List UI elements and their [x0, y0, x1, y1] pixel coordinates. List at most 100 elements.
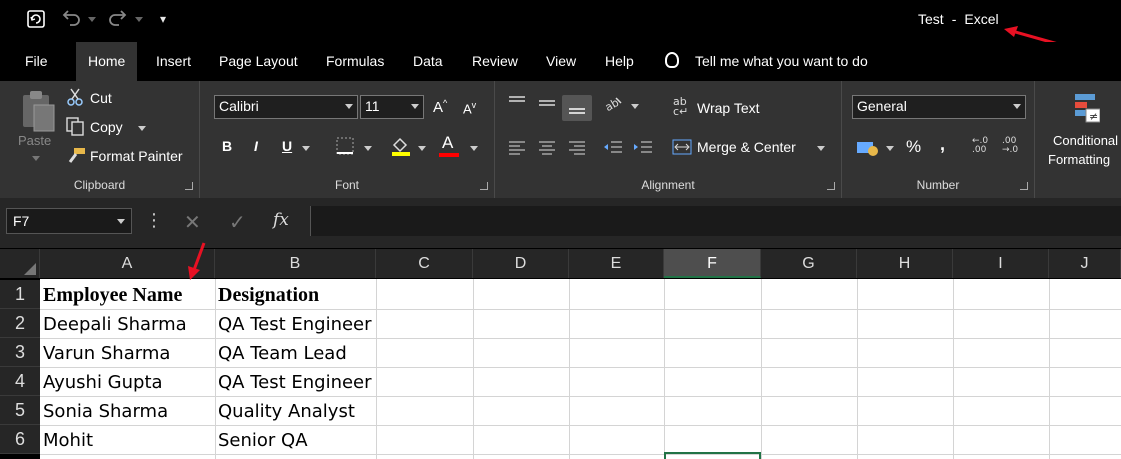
- align-center-icon[interactable]: [538, 139, 556, 159]
- more-options-icon[interactable]: ⋮: [145, 210, 163, 231]
- conditional-formatting-line1[interactable]: Conditional: [1053, 133, 1118, 148]
- cell-b5[interactable]: Quality Analyst: [215, 397, 376, 426]
- alignment-launcher-icon[interactable]: [827, 182, 835, 190]
- tab-help[interactable]: Help: [593, 42, 646, 81]
- cell-b3[interactable]: QA Team Lead: [215, 339, 376, 368]
- name-box[interactable]: F7: [6, 208, 132, 234]
- increase-indent-icon[interactable]: [633, 139, 653, 159]
- column-header-c[interactable]: C: [376, 249, 473, 278]
- cell-a5[interactable]: Sonia Sharma: [40, 397, 215, 426]
- fill-color-dropdown-icon[interactable]: [418, 146, 426, 151]
- tab-home[interactable]: Home: [76, 42, 138, 81]
- format-painter-button[interactable]: Format Painter: [90, 148, 183, 164]
- cancel-icon[interactable]: ✕: [184, 210, 201, 234]
- font-launcher-icon[interactable]: [480, 182, 488, 190]
- column-header-d[interactable]: D: [473, 249, 569, 278]
- underline-dropdown-icon[interactable]: [302, 146, 310, 151]
- select-all-corner[interactable]: [0, 249, 40, 278]
- borders-icon[interactable]: [336, 137, 354, 159]
- italic-button[interactable]: I: [254, 138, 258, 154]
- accounting-format-icon[interactable]: [856, 137, 878, 161]
- orientation-icon[interactable]: ab: [603, 95, 623, 117]
- cut-icon[interactable]: [66, 87, 84, 111]
- orientation-dropdown-icon[interactable]: [631, 104, 639, 109]
- merge-center-dropdown-icon[interactable]: [817, 146, 825, 151]
- merge-center-button[interactable]: Merge & Center: [697, 139, 796, 155]
- decrease-decimal-icon[interactable]: .00 →.0: [1002, 137, 1018, 155]
- column-header-g[interactable]: G: [761, 249, 857, 278]
- merge-center-icon[interactable]: [672, 139, 692, 159]
- bottom-align-icon[interactable]: [568, 99, 586, 119]
- undo-dropdown-icon[interactable]: [88, 17, 96, 22]
- decrease-indent-icon[interactable]: [603, 139, 623, 159]
- tab-file[interactable]: File: [13, 42, 60, 81]
- tab-insert[interactable]: Insert: [144, 42, 203, 81]
- column-header-h[interactable]: H: [857, 249, 953, 278]
- insert-function-icon[interactable]: fx: [273, 210, 289, 230]
- increase-font-size-button[interactable]: A^: [433, 98, 447, 116]
- enter-icon[interactable]: ✓: [229, 210, 246, 234]
- row-header-5[interactable]: 5: [0, 396, 40, 425]
- column-header-b[interactable]: B: [215, 249, 376, 278]
- percent-style-button[interactable]: %: [906, 137, 921, 157]
- clipboard-launcher-icon[interactable]: [185, 182, 193, 190]
- tab-data[interactable]: Data: [401, 42, 455, 81]
- format-painter-icon[interactable]: [66, 147, 86, 169]
- cut-button[interactable]: Cut: [90, 90, 112, 106]
- conditional-formatting-line2[interactable]: Formatting: [1048, 152, 1110, 167]
- align-right-icon[interactable]: [568, 139, 586, 159]
- decrease-font-size-button[interactable]: Av: [463, 100, 476, 116]
- font-color-dropdown-icon[interactable]: [470, 146, 478, 151]
- row-header-6[interactable]: 6: [0, 425, 40, 454]
- column-header-i[interactable]: I: [953, 249, 1049, 278]
- wrap-text-button[interactable]: Wrap Text: [697, 100, 760, 116]
- accounting-dropdown-icon[interactable]: [886, 146, 894, 151]
- fill-color-icon[interactable]: [390, 135, 412, 161]
- row-header-1[interactable]: 1: [0, 280, 40, 309]
- column-header-f[interactable]: F: [664, 249, 761, 278]
- tab-formulas[interactable]: Formulas: [314, 42, 396, 81]
- copy-icon[interactable]: [66, 117, 84, 141]
- column-header-j[interactable]: J: [1049, 249, 1121, 278]
- cell-a6[interactable]: Mohit: [40, 426, 215, 455]
- cell-a2[interactable]: Deepali Sharma: [40, 310, 215, 339]
- wrap-text-icon[interactable]: ab c↵: [673, 96, 688, 117]
- tab-review[interactable]: Review: [460, 42, 530, 81]
- conditional-formatting-icon[interactable]: ≠: [1074, 93, 1101, 127]
- paste-dropdown-icon[interactable]: [32, 156, 40, 161]
- font-color-button[interactable]: A: [442, 133, 453, 153]
- tell-me-search[interactable]: Tell me what you want to do: [665, 42, 868, 81]
- cell-b4[interactable]: QA Test Engineer: [215, 368, 376, 397]
- redo-icon[interactable]: [107, 9, 129, 31]
- cell-b2[interactable]: QA Test Engineer: [215, 310, 376, 339]
- column-header-e[interactable]: E: [569, 249, 664, 278]
- underline-button[interactable]: U: [282, 138, 292, 154]
- cell-b6[interactable]: Senior QA: [215, 426, 376, 455]
- bold-button[interactable]: B: [222, 138, 232, 154]
- cell-a1[interactable]: Employee Name: [40, 281, 215, 310]
- copy-dropdown-icon[interactable]: [138, 126, 146, 131]
- copy-button[interactable]: Copy: [90, 119, 123, 135]
- top-align-icon[interactable]: [508, 95, 526, 115]
- cell-a3[interactable]: Varun Sharma: [40, 339, 215, 368]
- customize-quick-access-icon[interactable]: ▾: [160, 12, 166, 26]
- tab-page-layout[interactable]: Page Layout: [207, 42, 310, 81]
- tab-view[interactable]: View: [534, 42, 588, 81]
- cell-a4[interactable]: Ayushi Gupta: [40, 368, 215, 397]
- redo-dropdown-icon[interactable]: [135, 17, 143, 22]
- font-size-select[interactable]: 11: [360, 95, 424, 119]
- paste-label[interactable]: Paste: [18, 133, 51, 148]
- comma-style-button[interactable]: ,: [940, 134, 945, 155]
- number-format-select[interactable]: General: [852, 95, 1026, 119]
- number-launcher-icon[interactable]: [1020, 182, 1028, 190]
- paste-icon[interactable]: [20, 89, 56, 137]
- font-family-select[interactable]: Calibri: [214, 95, 358, 119]
- row-header-2[interactable]: 2: [0, 309, 40, 338]
- formula-input[interactable]: [310, 206, 1121, 236]
- row-header-4[interactable]: 4: [0, 367, 40, 396]
- align-left-icon[interactable]: [508, 139, 526, 159]
- undo-icon[interactable]: [60, 9, 82, 31]
- borders-dropdown-icon[interactable]: [364, 146, 372, 151]
- active-cell-f7[interactable]: [664, 452, 761, 459]
- increase-decimal-icon[interactable]: ←.0.00: [972, 137, 988, 155]
